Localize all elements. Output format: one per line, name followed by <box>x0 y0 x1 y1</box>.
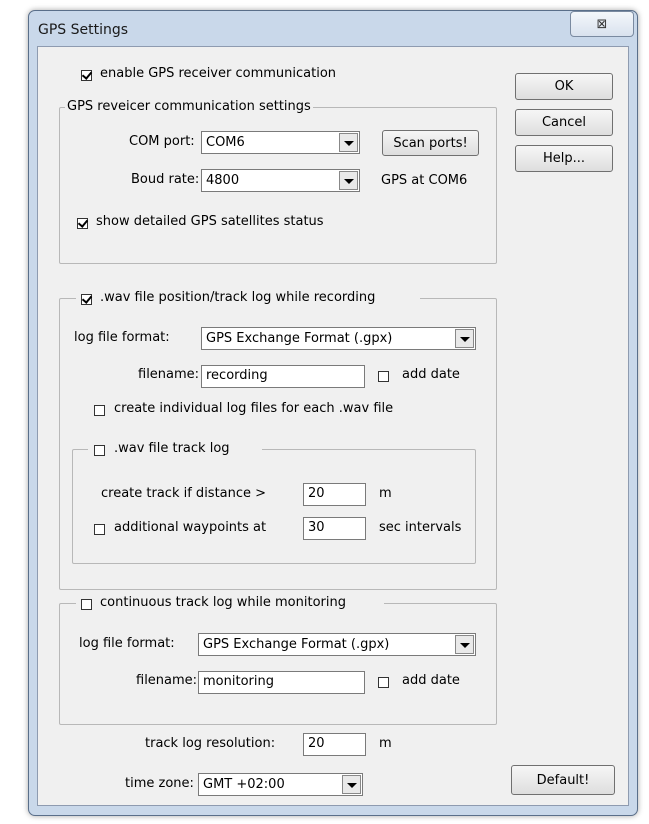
time-zone-label: time zone: <box>125 776 194 791</box>
continuous-log-checkbox[interactable] <box>81 599 92 610</box>
wav-add-date-checkbox[interactable] <box>378 371 389 382</box>
wav-filename-label: filename: <box>138 367 200 382</box>
waypoints-label: additional waypoints at <box>114 520 267 535</box>
baud-rate-select[interactable]: 4800 <box>201 169 360 192</box>
wav-track-log-group <box>72 449 476 564</box>
chevron-down-icon <box>455 329 474 348</box>
time-zone-select[interactable]: GMT +02:00 <box>198 773 363 796</box>
cancel-button[interactable]: Cancel <box>515 109 613 136</box>
continuous-add-date-checkbox[interactable] <box>378 677 389 688</box>
individual-logs-checkbox[interactable] <box>94 405 105 416</box>
ok-button[interactable]: OK <box>515 73 613 100</box>
com-port-value: COM6 <box>206 135 245 150</box>
wav-format-label: log file format: <box>74 330 170 345</box>
wav-format-value: GPS Exchange Format (.gpx) <box>206 331 393 346</box>
help-button[interactable]: Help... <box>515 145 613 172</box>
baud-rate-label: Boud rate: <box>131 172 200 187</box>
wav-filename-input[interactable]: recording <box>201 365 365 388</box>
continuous-log-group <box>59 603 497 725</box>
wav-format-select[interactable]: GPS Exchange Format (.gpx) <box>201 327 476 350</box>
waypoints-checkbox[interactable] <box>94 524 105 535</box>
track-distance-label: create track if distance > <box>101 486 267 501</box>
track-distance-input[interactable]: 20 <box>303 483 366 506</box>
time-zone-value: GMT +02:00 <box>203 777 285 792</box>
dialog-client-area: enable GPS receiver communication OK Can… <box>37 46 629 806</box>
enable-gps-checkbox[interactable] <box>81 70 92 81</box>
continuous-format-label: log file format: <box>79 636 175 651</box>
default-button[interactable]: Default! <box>511 765 615 795</box>
continuous-filename-input[interactable]: monitoring <box>198 671 365 694</box>
com-port-select[interactable]: COM6 <box>201 131 360 154</box>
continuous-format-value: GPS Exchange Format (.gpx) <box>203 637 390 652</box>
track-resolution-unit: m <box>379 736 392 751</box>
track-distance-unit: m <box>379 486 392 501</box>
wav-log-group-title: .wav file position/track log while recor… <box>100 290 376 305</box>
wav-track-log-group-title: .wav file track log <box>114 441 230 456</box>
enable-gps-label: enable GPS receiver communication <box>100 66 337 81</box>
wav-track-log-checkbox[interactable] <box>94 445 105 456</box>
chevron-down-icon <box>339 171 358 190</box>
baud-rate-value: 4800 <box>206 173 240 188</box>
scan-ports-button[interactable]: Scan ports! <box>382 130 479 156</box>
close-button[interactable]: ⊠ <box>570 11 634 37</box>
chevron-down-icon <box>342 775 361 794</box>
gps-communication-group-title: GPS reveicer communication settings <box>65 99 313 114</box>
com-port-label: COM port: <box>129 134 195 149</box>
individual-logs-label: create individual log files for each .wa… <box>114 401 394 416</box>
continuous-format-select[interactable]: GPS Exchange Format (.gpx) <box>198 633 476 656</box>
waypoints-unit: sec intervals <box>379 520 462 535</box>
wav-add-date-label: add date <box>402 367 460 382</box>
close-icon: ⊠ <box>596 16 608 32</box>
gps-status-text: GPS at COM6 <box>381 173 468 188</box>
chevron-down-icon <box>339 133 358 152</box>
wav-log-checkbox[interactable] <box>81 294 92 305</box>
chevron-down-icon <box>455 635 474 654</box>
continuous-filename-label: filename: <box>136 673 198 688</box>
detailed-status-label: show detailed GPS satellites status <box>96 214 324 229</box>
window-title: GPS Settings <box>38 22 129 38</box>
track-resolution-label: track log resolution: <box>145 736 276 751</box>
detailed-status-checkbox[interactable] <box>77 218 88 229</box>
waypoints-interval-input[interactable]: 30 <box>303 517 366 540</box>
track-resolution-input[interactable]: 20 <box>303 733 366 756</box>
continuous-log-group-title: continuous track log while monitoring <box>100 595 346 610</box>
continuous-add-date-label: add date <box>402 673 460 688</box>
